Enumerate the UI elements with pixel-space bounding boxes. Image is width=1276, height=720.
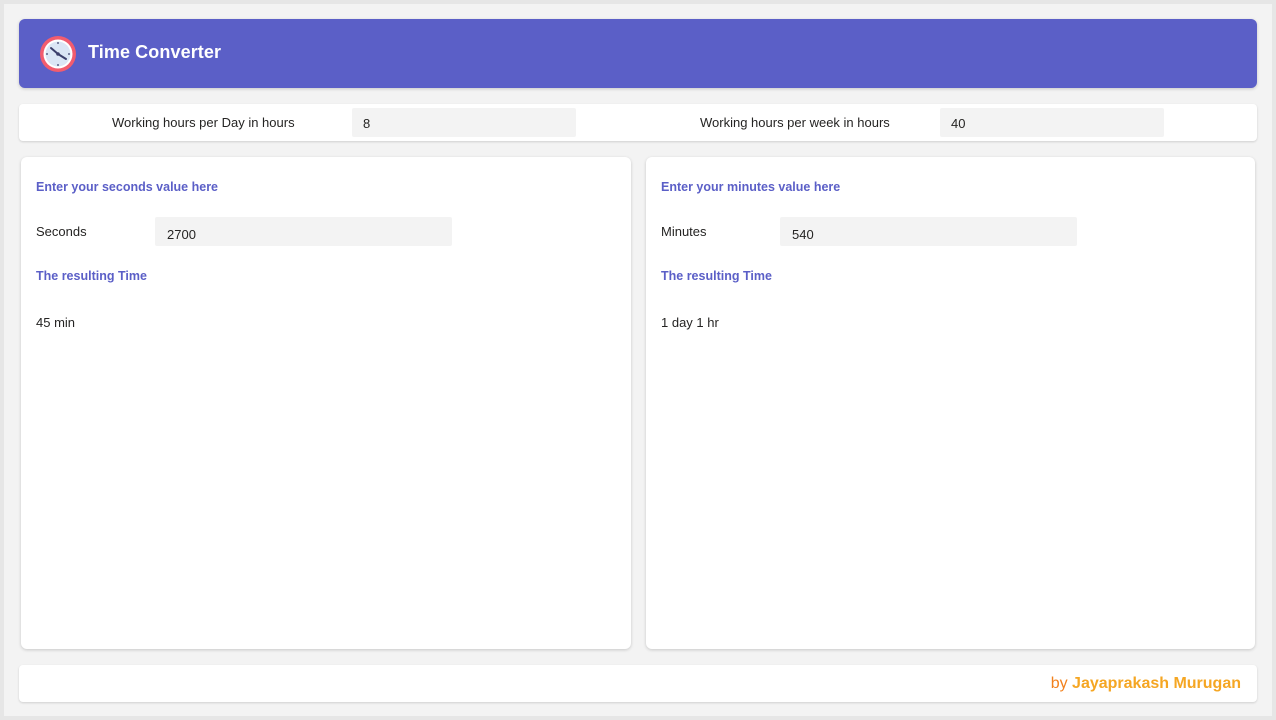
minutes-input[interactable]: 540 <box>780 217 1077 246</box>
minutes-result-heading: The resulting Time <box>661 269 772 283</box>
author-name: Jayaprakash Murugan <box>1072 675 1241 692</box>
minutes-result-value: 1 day 1 hr <box>661 315 719 330</box>
seconds-input[interactable]: 2700 <box>155 217 452 246</box>
day-hours-label: Working hours per Day in hours <box>112 115 295 130</box>
alarm-clock-icon <box>40 36 76 72</box>
minutes-panel-heading: Enter your minutes value here <box>661 180 841 194</box>
seconds-field-label: Seconds <box>36 224 87 239</box>
day-hours-input[interactable]: 8 <box>352 108 576 137</box>
credit-by-label: by <box>1050 675 1068 692</box>
working-hours-settings: Working hours per Day in hours 8 Working… <box>19 104 1257 141</box>
footer: by Jayaprakash Murugan <box>19 665 1257 702</box>
minutes-panel: Enter your minutes value here Minutes 54… <box>646 157 1255 649</box>
seconds-result-value: 45 min <box>36 315 76 330</box>
week-hours-label: Working hours per week in hours <box>700 115 890 130</box>
week-hours-input[interactable]: 40 <box>940 108 1164 137</box>
app-title: Time Converter <box>88 42 222 62</box>
seconds-result-heading: The resulting Time <box>36 269 147 283</box>
app-header: Time Converter <box>19 19 1257 88</box>
seconds-panel-heading: Enter your seconds value here <box>36 180 219 194</box>
minutes-field-label: Minutes <box>661 224 707 239</box>
author-credit: by Jayaprakash Murugan <box>1051 675 1241 693</box>
seconds-panel: Enter your seconds value here Seconds 27… <box>21 157 631 649</box>
